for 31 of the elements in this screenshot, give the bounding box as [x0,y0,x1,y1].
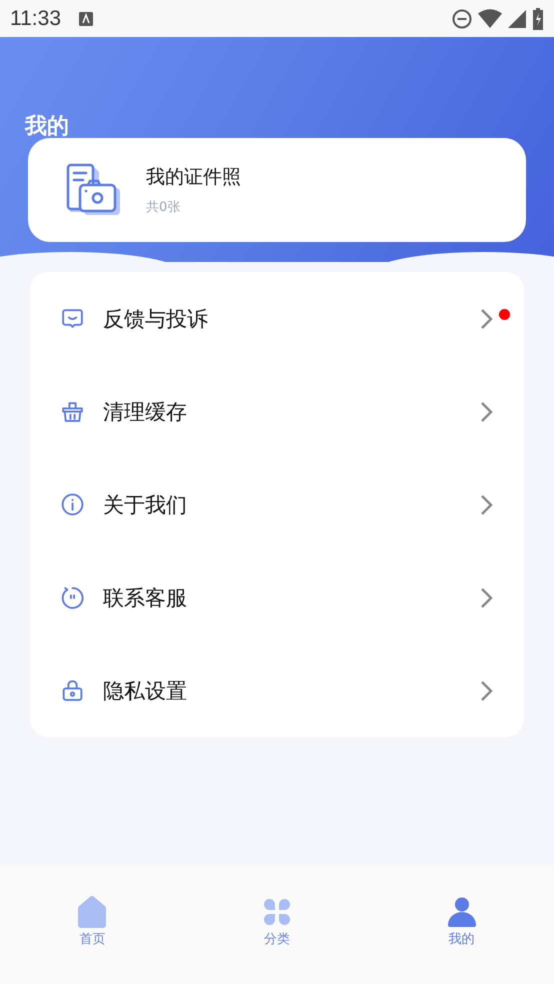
chevron-right-icon [480,586,494,608]
chevron-right-icon [480,400,494,422]
menu-item[interactable]: 关于我们 [30,458,524,551]
face-icon [60,585,85,610]
menu-label: 反馈与投诉 [103,306,209,332]
photo-count: 共0张 [146,199,182,216]
notification-icon [79,12,93,26]
info-icon [60,492,85,517]
chevron-right-icon [480,308,494,330]
menu-item[interactable]: 反馈与投诉 [30,272,524,365]
status-time: 11:33 [10,6,61,30]
lock-icon [60,678,85,703]
signal-icon [508,10,526,28]
wifi-icon [478,8,502,28]
tab-item[interactable]: 我的 [432,894,492,954]
menu-label: 关于我们 [103,492,188,518]
photo-card[interactable]: 我的证件照 共0张 [28,138,526,242]
page-title: 我的 [25,113,69,141]
battery-icon [532,8,544,30]
chevron-right-icon [480,680,494,702]
do-not-disturb-icon [452,8,472,28]
menu-label: 清理缓存 [103,398,188,426]
chat-icon [60,306,85,331]
basket-icon [60,399,85,424]
menu-item[interactable]: 隐私设置 [30,644,524,737]
menu-label: 隐私设置 [103,678,188,704]
menu-label: 联系客服 [103,584,188,612]
menu-item[interactable]: 清理缓存 [30,365,524,458]
chevron-right-icon [480,494,494,516]
card-title: 我的证件照 [146,165,241,190]
menu-item[interactable]: 联系客服 [30,551,524,644]
